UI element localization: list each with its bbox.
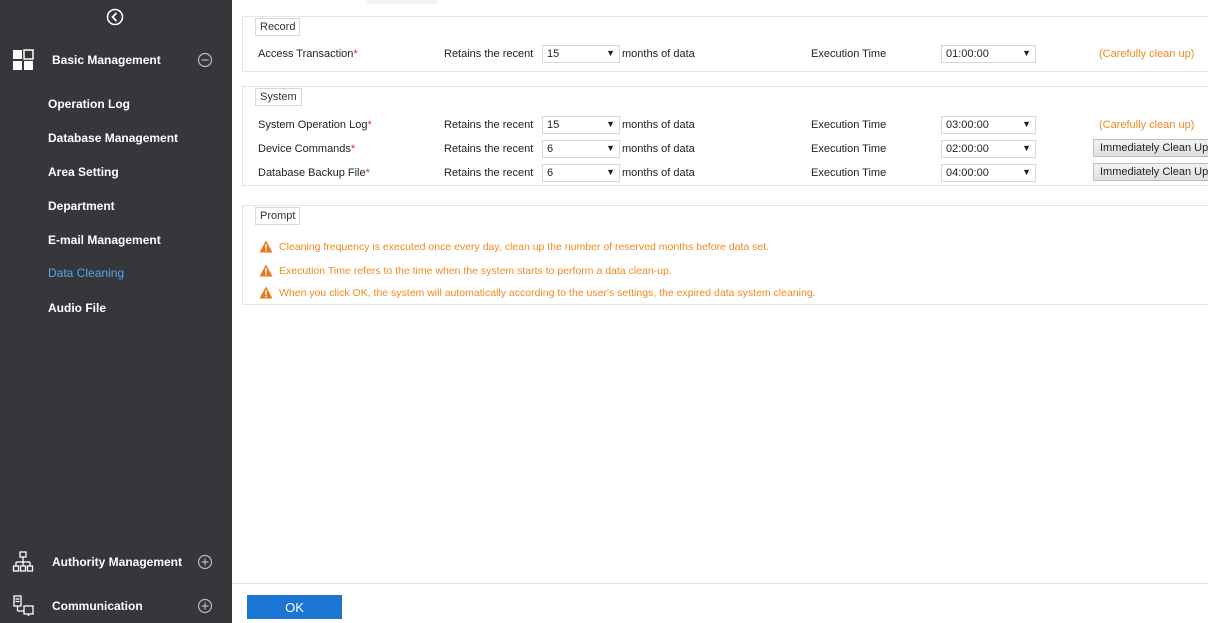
row-name: System Operation Log* bbox=[258, 119, 372, 131]
unit-label: months of data bbox=[622, 48, 695, 60]
time-select[interactable]: 01:00:00 ▼ bbox=[941, 45, 1036, 63]
unit-label: months of data bbox=[622, 167, 695, 179]
group-label: Communication bbox=[52, 599, 143, 613]
section-legend: Prompt bbox=[255, 207, 301, 225]
warning-icon bbox=[259, 264, 273, 277]
prompt-line: Execution Time refers to the time when t… bbox=[259, 264, 672, 277]
grid-icon bbox=[12, 49, 34, 71]
immediately-clean-up-button[interactable]: Immediately Clean Up bbox=[1093, 139, 1208, 157]
collapse-group-icon[interactable] bbox=[197, 52, 213, 68]
section-legend: System bbox=[255, 88, 302, 106]
dropdown-arrow-icon: ▼ bbox=[1022, 48, 1031, 58]
time-select[interactable]: 04:00:00 ▼ bbox=[941, 164, 1036, 182]
unit-label: months of data bbox=[622, 119, 695, 131]
group-communication[interactable]: Communication bbox=[0, 586, 232, 623]
prompt-line: Cleaning frequency is executed once ever… bbox=[259, 240, 769, 253]
retain-label: Retains the recent bbox=[444, 119, 534, 131]
group-label: Authority Management bbox=[52, 555, 183, 569]
execution-time-label: Execution Time bbox=[811, 48, 887, 60]
expand-group-icon[interactable] bbox=[197, 598, 213, 614]
network-icon bbox=[12, 595, 34, 617]
sidebar: Basic Management Operation Log Database … bbox=[0, 0, 232, 623]
dropdown-arrow-icon: ▼ bbox=[1022, 143, 1031, 153]
expand-group-icon[interactable] bbox=[197, 554, 213, 570]
group-label: Basic Management bbox=[52, 53, 161, 67]
sidebar-item-database-management[interactable]: Database Management bbox=[48, 131, 178, 145]
group-basic-management[interactable]: Basic Management bbox=[0, 40, 232, 80]
dropdown-arrow-icon: ▼ bbox=[606, 119, 615, 129]
row-name: Device Commands* bbox=[258, 143, 356, 155]
group-authority-management[interactable]: Authority Management bbox=[0, 542, 232, 582]
carefully-clean-up-link[interactable]: (Carefully clean up) bbox=[1099, 48, 1194, 60]
collapse-sidebar-icon[interactable] bbox=[106, 8, 124, 26]
retain-label: Retains the recent bbox=[444, 167, 534, 179]
sidebar-item-operation-log[interactable]: Operation Log bbox=[48, 97, 130, 111]
time-select[interactable]: 03:00:00 ▼ bbox=[941, 116, 1036, 134]
execution-time-label: Execution Time bbox=[811, 119, 887, 131]
system-section: System System Operation Log* Retains the… bbox=[242, 86, 1208, 186]
sidebar-item-email-management[interactable]: E-mail Management bbox=[48, 233, 161, 247]
ok-button[interactable]: OK bbox=[247, 595, 342, 619]
record-section: Record Access Transaction* Retains the r… bbox=[242, 16, 1208, 72]
execution-time-label: Execution Time bbox=[811, 143, 887, 155]
immediately-clean-up-button[interactable]: Immediately Clean Up bbox=[1093, 163, 1208, 181]
warning-icon bbox=[259, 286, 273, 299]
unit-label: months of data bbox=[622, 143, 695, 155]
prompt-section: Prompt Cleaning frequency is executed on… bbox=[242, 205, 1208, 305]
sidebar-item-audio-file[interactable]: Audio File bbox=[48, 301, 106, 315]
sidebar-item-data-cleaning[interactable]: Data Cleaning bbox=[48, 266, 124, 280]
carefully-clean-up-link[interactable]: (Carefully clean up) bbox=[1099, 119, 1194, 131]
retain-label: Retains the recent bbox=[444, 48, 534, 60]
row-name: Access Transaction* bbox=[258, 48, 358, 60]
top-strip bbox=[367, 0, 437, 4]
dropdown-arrow-icon: ▼ bbox=[1022, 167, 1031, 177]
warning-icon bbox=[259, 240, 273, 253]
months-select[interactable]: 6 ▼ bbox=[542, 164, 620, 182]
months-select[interactable]: 15 ▼ bbox=[542, 116, 620, 134]
section-legend: Record bbox=[255, 18, 301, 36]
dropdown-arrow-icon: ▼ bbox=[606, 143, 615, 153]
prompt-line: When you click OK, the system will autom… bbox=[259, 286, 816, 299]
sidebar-item-area-setting[interactable]: Area Setting bbox=[48, 165, 119, 179]
months-select[interactable]: 6 ▼ bbox=[542, 140, 620, 158]
org-chart-icon bbox=[12, 551, 34, 573]
retain-label: Retains the recent bbox=[444, 143, 534, 155]
time-select[interactable]: 02:00:00 ▼ bbox=[941, 140, 1036, 158]
dropdown-arrow-icon: ▼ bbox=[1022, 119, 1031, 129]
execution-time-label: Execution Time bbox=[811, 167, 887, 179]
main-content: Record Access Transaction* Retains the r… bbox=[232, 0, 1208, 623]
footer-bar: OK bbox=[232, 583, 1208, 623]
sidebar-item-department[interactable]: Department bbox=[48, 199, 115, 213]
months-select[interactable]: 15 ▼ bbox=[542, 45, 620, 63]
dropdown-arrow-icon: ▼ bbox=[606, 48, 615, 58]
row-name: Database Backup File* bbox=[258, 167, 370, 179]
dropdown-arrow-icon: ▼ bbox=[606, 167, 615, 177]
